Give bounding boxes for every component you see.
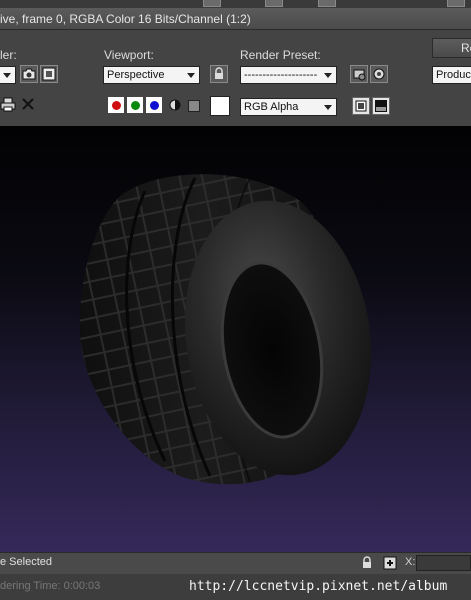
production-dropdown[interactable]: Productio bbox=[432, 66, 471, 84]
render-button-label: Re bbox=[461, 41, 471, 55]
render-setup-icon[interactable] bbox=[350, 65, 368, 83]
channel-display-value: RGB Alpha bbox=[244, 101, 299, 113]
top-button-fragment[interactable] bbox=[203, 0, 221, 7]
absolute-mode-icon[interactable] bbox=[382, 555, 398, 571]
render-button[interactable]: Re bbox=[432, 38, 471, 58]
render-preset-dropdown[interactable]: -------------------- bbox=[240, 66, 337, 84]
chevron-down-icon bbox=[324, 105, 332, 110]
rendering-time: dering Time: 0:00:03 bbox=[0, 580, 101, 592]
channel-display-dropdown[interactable]: RGB Alpha bbox=[240, 98, 337, 116]
chevron-down-icon bbox=[187, 73, 195, 78]
mono-icon[interactable] bbox=[167, 97, 183, 113]
area-to-render-label: ler: bbox=[0, 48, 17, 62]
gray-square-icon[interactable] bbox=[188, 100, 200, 112]
viewport-value: Perspective bbox=[107, 69, 165, 81]
rendered-frame-window: ive, frame 0, RGBA Color 16 Bits/Channel… bbox=[0, 0, 471, 600]
blue-channel-icon bbox=[150, 101, 159, 110]
chevron-down-icon bbox=[324, 73, 332, 78]
color-swatch[interactable] bbox=[210, 96, 230, 116]
status-bar: e Selected X: bbox=[0, 552, 471, 574]
display-alpha-icon[interactable] bbox=[352, 97, 370, 115]
render-toolbar: ler: Viewport: Render Preset: Re Perspec… bbox=[0, 30, 471, 126]
tire-render bbox=[79, 174, 372, 485]
frame-icon[interactable] bbox=[40, 65, 58, 83]
render-preset-value: -------------------- bbox=[244, 69, 318, 81]
window-title: ive, frame 0, RGBA Color 16 Bits/Channel… bbox=[0, 12, 251, 26]
render-icon[interactable] bbox=[370, 65, 388, 83]
lock-icon[interactable] bbox=[210, 65, 228, 83]
top-strip bbox=[0, 0, 471, 8]
lock-icon[interactable] bbox=[360, 555, 374, 571]
green-channel-toggle[interactable] bbox=[126, 96, 144, 114]
viewport-dropdown[interactable]: Perspective bbox=[103, 66, 200, 84]
top-button-fragment[interactable] bbox=[447, 0, 465, 7]
title-bar: ive, frame 0, RGBA Color 16 Bits/Channel… bbox=[0, 8, 471, 30]
x-coordinate-field[interactable] bbox=[416, 555, 471, 571]
blue-channel-toggle[interactable] bbox=[145, 96, 163, 114]
bottom-bar: dering Time: 0:00:03 http://lccnetvip.pi… bbox=[0, 574, 471, 600]
print-icon[interactable] bbox=[0, 96, 16, 112]
green-channel-icon bbox=[131, 101, 140, 110]
close-icon[interactable] bbox=[20, 96, 36, 112]
chevron-down-icon bbox=[3, 73, 11, 78]
top-button-fragment[interactable] bbox=[318, 0, 336, 7]
red-channel-icon bbox=[112, 101, 121, 110]
red-channel-toggle[interactable] bbox=[107, 96, 125, 114]
watermark-url: http://lccnetvip.pixnet.net/album bbox=[189, 579, 448, 594]
top-button-fragment[interactable] bbox=[265, 0, 283, 7]
render-preset-label: Render Preset: bbox=[240, 48, 321, 62]
selection-status: e Selected bbox=[0, 556, 52, 568]
viewport-label: Viewport: bbox=[104, 48, 154, 62]
area-dropdown[interactable] bbox=[0, 66, 16, 84]
camera-icon[interactable] bbox=[20, 65, 38, 83]
render-viewport[interactable] bbox=[0, 126, 471, 552]
x-coordinate-label: X: bbox=[405, 556, 416, 568]
toggle-ui-icon[interactable] bbox=[372, 97, 390, 115]
production-value: Productio bbox=[436, 69, 471, 81]
